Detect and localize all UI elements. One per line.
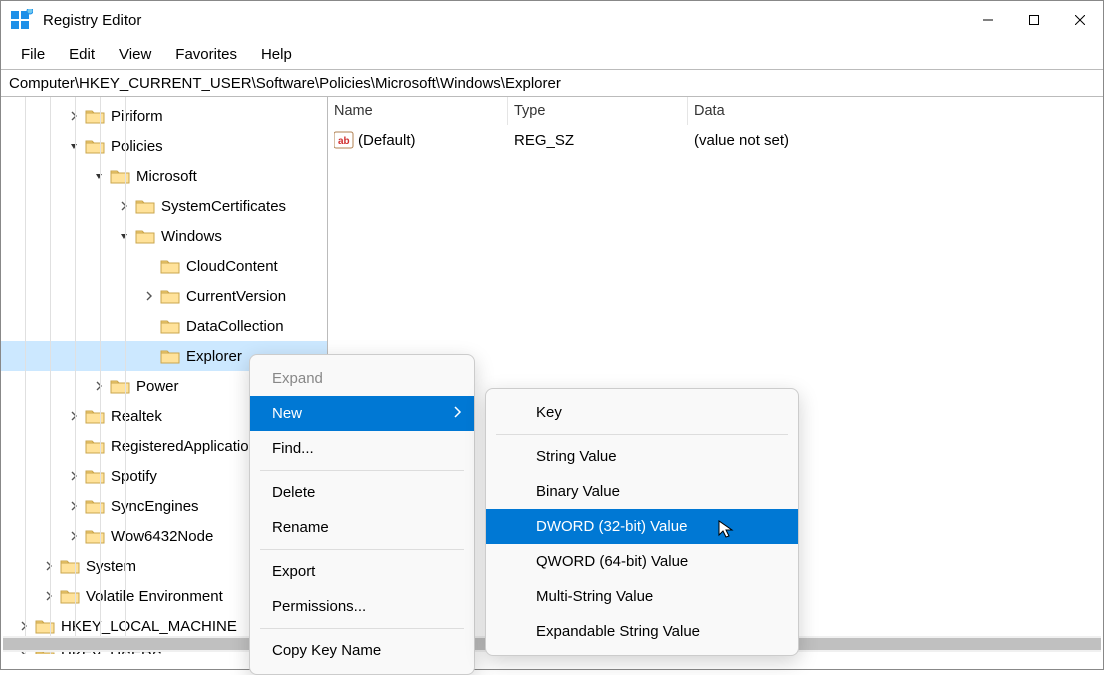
ctx-new-multi[interactable]: Multi-String Value (486, 579, 798, 614)
ctx-new-expandable[interactable]: Expandable String Value (486, 614, 798, 649)
menu-favorites[interactable]: Favorites (163, 42, 249, 67)
folder-icon (160, 348, 180, 364)
folder-icon (85, 468, 105, 484)
tree-item-label: CloudContent (186, 258, 278, 275)
folder-icon (85, 528, 105, 544)
chevron-right-icon[interactable] (67, 529, 81, 543)
tree-item-label: Power (136, 378, 179, 395)
folder-icon (60, 558, 80, 574)
tree-item-label: Spotify (111, 468, 157, 485)
chevron-down-icon[interactable] (92, 169, 106, 183)
window-title: Registry Editor (43, 12, 141, 29)
tree-item-label: Realtek (111, 408, 162, 425)
tree-item-label: Explorer (186, 348, 242, 365)
folder-icon (60, 588, 80, 604)
tree-item-label: Piriform (111, 108, 163, 125)
ctx-delete[interactable]: Delete (250, 475, 474, 510)
menu-file[interactable]: File (9, 42, 57, 67)
ctx-copy-key-name[interactable]: Copy Key Name (250, 633, 474, 668)
tree-item-label: System (86, 558, 136, 575)
chevron-down-icon[interactable] (67, 139, 81, 153)
app-icon (11, 9, 33, 31)
value-row[interactable]: ab (Default) REG_SZ (value not set) (328, 125, 1103, 155)
ctx-new[interactable]: New (250, 396, 474, 431)
column-headers[interactable]: Name Type Data (328, 97, 1103, 125)
chevron-right-icon[interactable] (17, 619, 31, 633)
ctx-export[interactable]: Export (250, 554, 474, 589)
chevron-right-icon[interactable] (92, 379, 106, 393)
ctx-find[interactable]: Find... (250, 431, 474, 466)
context-menu: Expand New Find... Delete Rename Export … (249, 354, 475, 675)
ctx-sep (260, 549, 464, 550)
chevron-right-icon[interactable] (67, 499, 81, 513)
col-data[interactable]: Data (688, 97, 1103, 125)
menu-bar: File Edit View Favorites Help (1, 39, 1103, 69)
folder-icon (160, 258, 180, 274)
address-text: Computer\HKEY_CURRENT_USER\Software\Poli… (9, 75, 561, 92)
folder-icon (160, 288, 180, 304)
folder-icon (85, 138, 105, 154)
chevron-right-icon[interactable] (42, 559, 56, 573)
ctx-new-key[interactable]: Key (486, 395, 798, 430)
chevron-right-icon[interactable] (67, 469, 81, 483)
tree-item-label: SystemCertificates (161, 198, 286, 215)
folder-icon (85, 408, 105, 424)
ctx-expand: Expand (250, 361, 474, 396)
ctx-sep (496, 434, 788, 435)
tree-item-label: DataCollection (186, 318, 284, 335)
chevron-right-icon[interactable] (142, 289, 156, 303)
value-data: (value not set) (688, 132, 789, 149)
context-submenu-new: Key String Value Binary Value DWORD (32-… (485, 388, 799, 656)
menu-view[interactable]: View (107, 42, 163, 67)
ctx-rename[interactable]: Rename (250, 510, 474, 545)
folder-icon (110, 168, 130, 184)
value-type: REG_SZ (508, 132, 688, 149)
col-type[interactable]: Type (508, 97, 688, 125)
tree-item-label: Volatile Environment (86, 588, 223, 605)
chevron-right-icon[interactable] (42, 589, 56, 603)
value-name: (Default) (358, 132, 416, 149)
folder-icon (160, 318, 180, 334)
chevron-right-icon[interactable] (67, 109, 81, 123)
folder-icon (85, 438, 105, 454)
folder-icon (135, 198, 155, 214)
tree-item-label: Windows (161, 228, 222, 245)
submenu-arrow-icon (454, 405, 462, 422)
col-name[interactable]: Name (328, 97, 508, 125)
folder-icon (35, 618, 55, 634)
ctx-new-string[interactable]: String Value (486, 439, 798, 474)
chevron-down-icon[interactable] (117, 229, 131, 243)
menu-help[interactable]: Help (249, 42, 304, 67)
tree-item-label: CurrentVersion (186, 288, 286, 305)
folder-icon (85, 108, 105, 124)
menu-edit[interactable]: Edit (57, 42, 107, 67)
ctx-new-qword[interactable]: QWORD (64-bit) Value (486, 544, 798, 579)
close-button[interactable] (1057, 5, 1103, 35)
minimize-button[interactable] (965, 5, 1011, 35)
tree-item-label: Wow6432Node (111, 528, 213, 545)
title-bar: Registry Editor (1, 1, 1103, 39)
tree-item-label: Policies (111, 138, 163, 155)
tree-item-label: Microsoft (136, 168, 197, 185)
folder-icon (135, 228, 155, 244)
address-bar[interactable]: Computer\HKEY_CURRENT_USER\Software\Poli… (1, 69, 1103, 97)
ctx-new-binary[interactable]: Binary Value (486, 474, 798, 509)
ctx-sep (260, 470, 464, 471)
chevron-right-icon[interactable] (117, 199, 131, 213)
ctx-sep (260, 628, 464, 629)
ctx-permissions[interactable]: Permissions... (250, 589, 474, 624)
string-value-icon: ab (334, 131, 354, 149)
tree-item-label: RegisteredApplications (111, 438, 264, 455)
chevron-right-icon[interactable] (67, 409, 81, 423)
folder-icon (110, 378, 130, 394)
maximize-button[interactable] (1011, 5, 1057, 35)
tree-item-label: HKEY_LOCAL_MACHINE (61, 618, 237, 635)
ctx-new-dword[interactable]: DWORD (32-bit) Value (486, 509, 798, 544)
svg-text:ab: ab (338, 136, 350, 147)
folder-icon (85, 498, 105, 514)
